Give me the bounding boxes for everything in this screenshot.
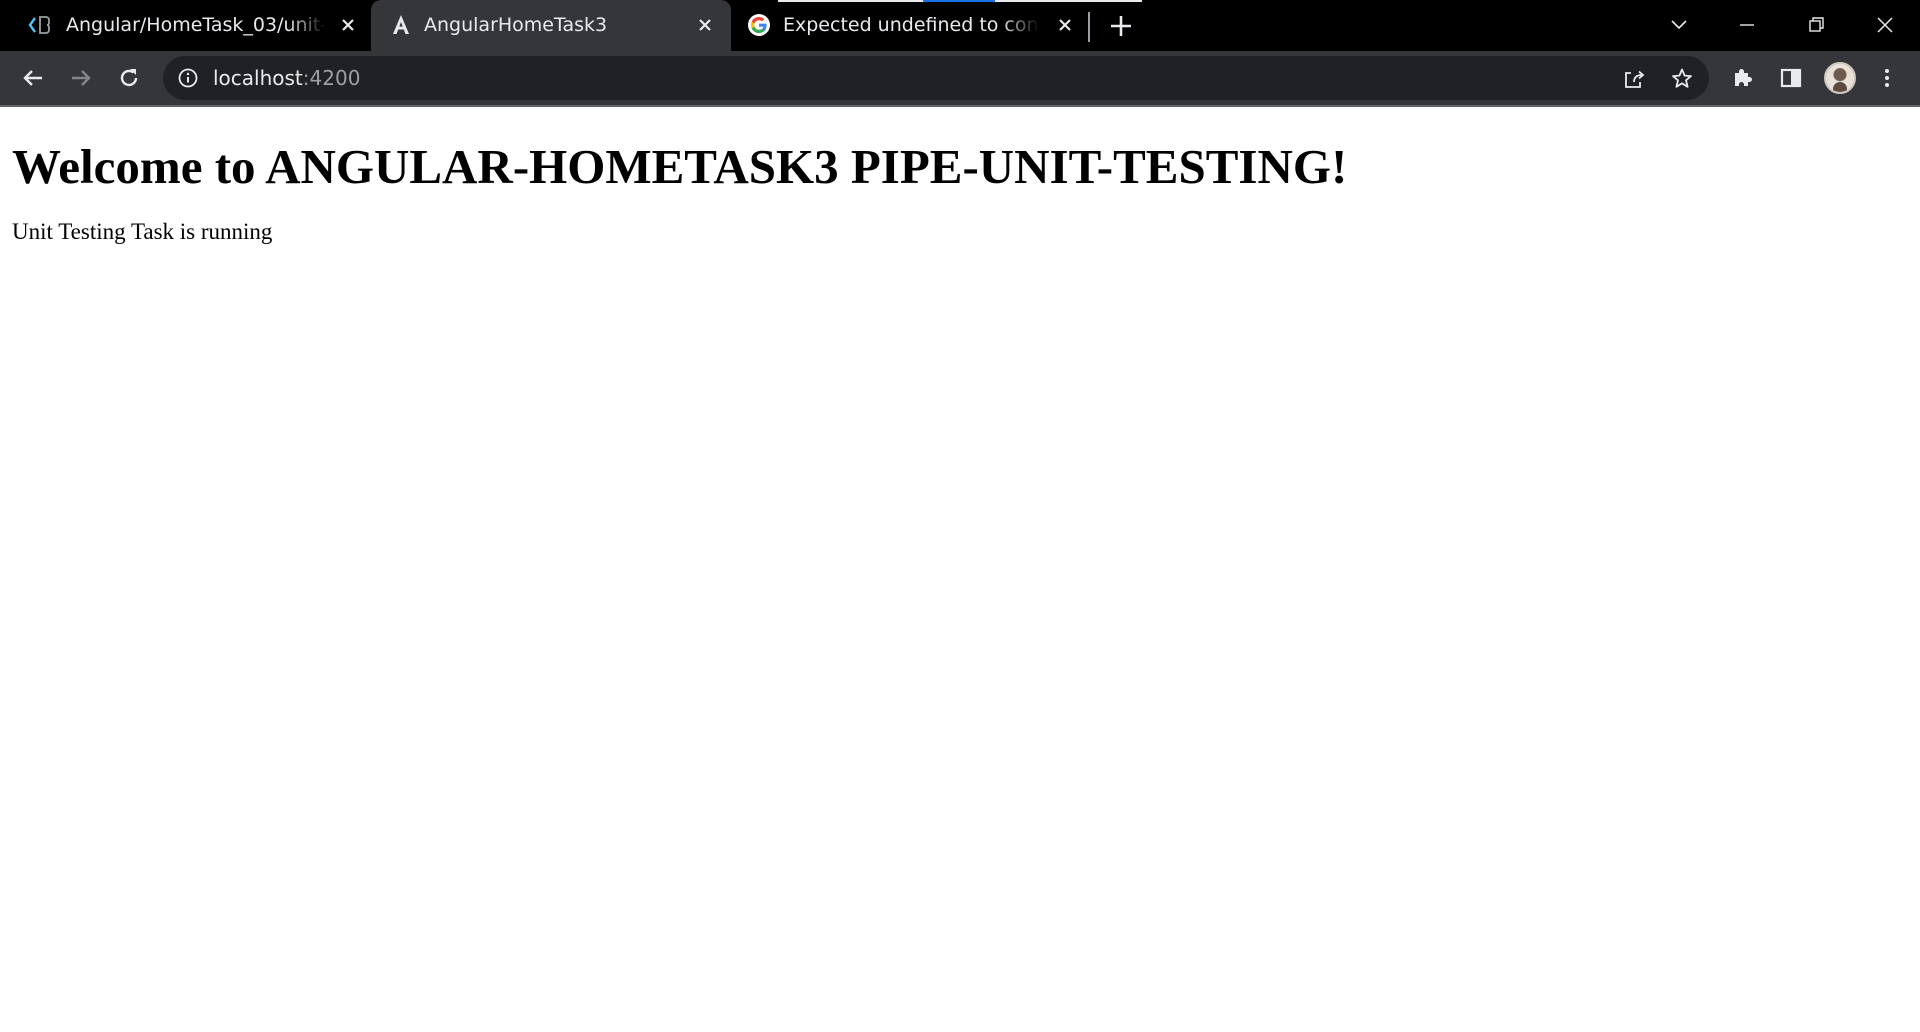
url-host: localhost [213,66,303,90]
tab-strip: Angular/HomeTask_03/unit-tests AngularHo… [0,0,1920,51]
tab-search-icon[interactable] [1664,10,1694,40]
angular-icon [393,15,409,34]
address-bar[interactable]: localhost:4200 [163,56,1709,100]
tab-separator [1088,12,1090,42]
google-icon [748,14,770,36]
tab-title: Angular/HomeTask_03/unit-tests [66,14,326,36]
loading-segment [923,0,995,2]
code-editor-icon [28,16,50,34]
tab-title: Expected undefined to contain 'U [783,14,1039,36]
close-icon[interactable] [1055,15,1075,35]
share-icon[interactable] [1621,66,1647,92]
tab-unit-tests[interactable]: Angular/HomeTask_03/unit-tests [0,0,370,51]
tab-title: AngularHomeTask3 [424,14,608,36]
close-window-icon[interactable] [1870,10,1900,40]
side-panel-icon[interactable] [1776,63,1806,93]
address-url[interactable]: localhost:4200 [213,66,360,90]
url-port: :4200 [302,66,361,90]
tab-angular-home-task[interactable]: AngularHomeTask3 [371,0,731,51]
toolbar-divider [0,105,1920,107]
bookmark-star-icon[interactable] [1669,66,1695,92]
reload-icon[interactable] [114,63,144,93]
minimize-icon[interactable] [1732,10,1762,40]
close-icon[interactable] [695,15,715,35]
status-text: Unit Testing Task is running [12,219,273,244]
tab-loading-indicator [778,0,1142,2]
close-icon[interactable] [338,15,358,35]
back-arrow-icon[interactable] [18,63,48,93]
forward-arrow-icon[interactable] [66,63,96,93]
page-content: Welcome to ANGULAR-HOMETASK3 PIPE-UNIT-T… [12,138,1892,246]
page-title: Welcome to ANGULAR-HOMETASK3 PIPE-UNIT-T… [12,139,1348,194]
menu-kebab-icon[interactable] [1872,63,1902,93]
browser-toolbar: localhost:4200 [0,51,1920,105]
new-tab-icon[interactable] [1108,13,1134,39]
extensions-puzzle-icon[interactable] [1728,63,1758,93]
site-info-icon[interactable] [177,67,199,89]
tab-expected-undefined[interactable]: Expected undefined to contain 'U [731,0,1087,51]
profile-avatar[interactable] [1824,62,1856,94]
restore-icon[interactable] [1801,10,1831,40]
